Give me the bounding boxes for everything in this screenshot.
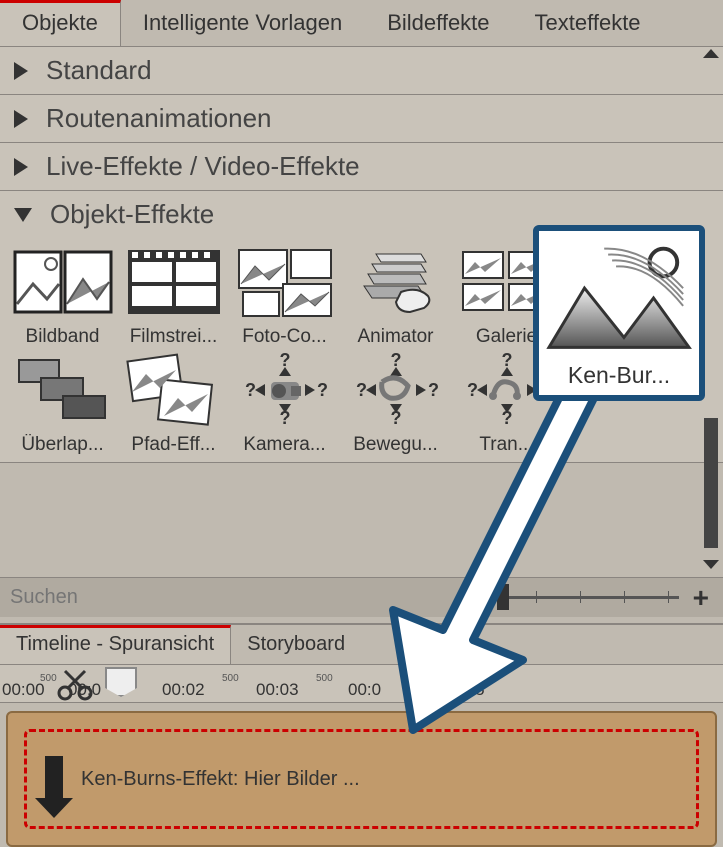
tab-timeline-track[interactable]: Timeline - Spuransicht bbox=[0, 625, 231, 664]
filmstrip-icon bbox=[124, 244, 224, 320]
accordion-route[interactable]: Routenanimationen bbox=[0, 95, 723, 143]
path-icon bbox=[124, 352, 224, 428]
chevron-right-icon bbox=[14, 110, 28, 128]
accordion-label: Standard bbox=[46, 55, 152, 86]
ruler-subtick: 500 bbox=[316, 673, 333, 684]
accordion-label: Routenanimationen bbox=[46, 103, 272, 134]
chevron-right-icon bbox=[14, 158, 28, 176]
animator-icon bbox=[346, 244, 446, 320]
drop-inner: Ken-Burns-Effekt: Hier Bilder ... bbox=[24, 729, 699, 829]
tab-storyboard[interactable]: Storyboard bbox=[231, 625, 361, 664]
dragged-effect-kenburns[interactable]: Ken-Bur... bbox=[533, 225, 705, 401]
chevron-down-icon bbox=[14, 208, 32, 222]
svg-text:?: ? bbox=[245, 380, 256, 400]
playhead-marker[interactable] bbox=[105, 667, 137, 697]
effect-label: Animator bbox=[343, 326, 448, 348]
ruler-tick: 00:03 bbox=[256, 680, 299, 700]
effect-label: Foto-Co... bbox=[232, 326, 337, 348]
drag-arrow-icon bbox=[363, 360, 623, 740]
accordion-live[interactable]: Live-Effekte / Video-Effekte bbox=[0, 143, 723, 191]
effect-label: Kamera... bbox=[232, 434, 337, 456]
effect-label: Überlap... bbox=[10, 434, 115, 456]
main-tab-bar: Objekte Intelligente Vorlagen Bildeffekt… bbox=[0, 0, 723, 47]
effect-fotocollage[interactable]: Foto-Co... bbox=[232, 244, 337, 348]
add-icon[interactable]: + bbox=[679, 582, 723, 614]
scissors-icon[interactable] bbox=[54, 667, 96, 701]
accordion-standard[interactable]: Standard bbox=[0, 47, 723, 95]
bildband-icon bbox=[13, 244, 113, 320]
ruler-subtick: 500 bbox=[222, 673, 239, 684]
camera-icon: ???? bbox=[235, 352, 335, 428]
svg-text:?: ? bbox=[317, 380, 328, 400]
effect-ueberlap[interactable]: Überlap... bbox=[10, 352, 115, 456]
tab-templates[interactable]: Intelligente Vorlagen bbox=[121, 0, 365, 46]
effect-filmstreifen[interactable]: Filmstrei... bbox=[121, 244, 226, 348]
effect-label: Filmstrei... bbox=[121, 326, 226, 348]
accordion-label: Objekt-Effekte bbox=[50, 199, 214, 230]
overlap-icon bbox=[13, 352, 113, 428]
accordion-label: Live-Effekte / Video-Effekte bbox=[46, 151, 360, 182]
effect-label: Pfad-Eff... bbox=[121, 434, 226, 456]
effect-label: Bildband bbox=[10, 326, 115, 348]
down-arrow-icon bbox=[45, 756, 63, 802]
tab-objects[interactable]: Objekte bbox=[0, 0, 121, 46]
scroll-up-icon[interactable] bbox=[703, 49, 719, 58]
scroll-down-icon[interactable] bbox=[703, 560, 719, 569]
ruler-tick: 00:02 bbox=[162, 680, 205, 700]
effect-kamera[interactable]: ???? Kamera... bbox=[232, 352, 337, 456]
tab-text-effects[interactable]: Texteffekte bbox=[513, 0, 664, 46]
ruler-tick: 00:00 bbox=[2, 680, 45, 700]
effect-animator[interactable]: Animator bbox=[343, 244, 448, 348]
effect-bildband[interactable]: Bildband bbox=[10, 244, 115, 348]
dragged-effect-label: Ken-Bur... bbox=[568, 362, 670, 389]
drop-text: Ken-Burns-Effekt: Hier Bilder ... bbox=[81, 768, 360, 791]
chevron-right-icon bbox=[14, 62, 28, 80]
kenburns-icon bbox=[545, 237, 693, 358]
collage-icon bbox=[235, 244, 335, 320]
scroll-thumb[interactable] bbox=[704, 418, 718, 548]
effect-pfad[interactable]: Pfad-Eff... bbox=[121, 352, 226, 456]
tab-image-effects[interactable]: Bildeffekte bbox=[365, 0, 512, 46]
